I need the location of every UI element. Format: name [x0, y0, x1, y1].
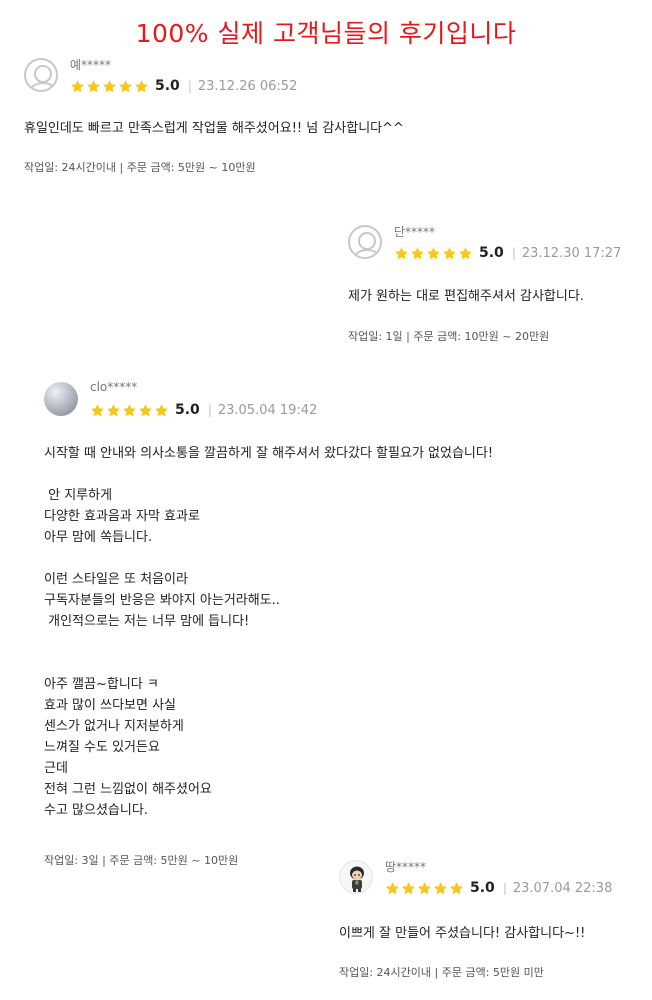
- rating-score: 5.0: [175, 402, 200, 418]
- default-avatar-icon: [348, 225, 382, 259]
- divider: |: [502, 881, 507, 895]
- review-text-line: 시작할 때 안내와 의사소통을 깔끔하게 잘 해주셔서 왔다갔다 할필요가 없었…: [44, 446, 494, 461]
- review-text-line: 느껴질 수도 있거든요: [44, 740, 160, 755]
- page-title: 100% 실제 고객님들의 후기입니다: [135, 19, 517, 48]
- star-rating: [90, 403, 169, 418]
- star-icon: [155, 403, 168, 416]
- review-date: 23.12.26 06:52: [197, 78, 298, 94]
- review-card: 예***** 5.0 | 23.12.26 06:52 휴일인데도 빠르고 만족…: [24, 58, 624, 178]
- order-meta: 작업일: 24시간이내 | 주문 금액: 5만원 ~ 10만원: [24, 161, 256, 174]
- divider: |: [187, 79, 192, 93]
- review-text: 휴일인데도 빠르고 만족스럽게 작업물 해주셨어요!! 넘 감사합니다^^: [24, 118, 404, 139]
- rating-row: 5.0 | 23.05.04 19:42: [90, 400, 317, 420]
- review-text-line: 휴일인데도 빠르고 만족스럽게 작업물 해주셨어요!! 넘 감사합니다^^: [24, 121, 404, 136]
- star-icon: [450, 881, 463, 894]
- order-meta: 작업일: 24시간이내 | 주문 금액: 5만원 미만: [339, 966, 544, 979]
- review-text-line: 수고 많으셨습니다.: [44, 803, 148, 818]
- star-icon: [91, 403, 104, 416]
- character-icon: [350, 866, 364, 892]
- character-avatar: [339, 860, 373, 894]
- star-icon: [459, 246, 472, 259]
- review-text-line: 개인적으로는 저는 너무 맘에 듭니다!: [44, 614, 250, 629]
- review-date: 23.12.30 17:27: [521, 245, 622, 261]
- rating-row: 5.0 | 23.12.30 17:27: [394, 243, 621, 263]
- star-icon: [139, 403, 152, 416]
- star-icon: [386, 881, 399, 894]
- photo-avatar: [44, 382, 78, 416]
- review-text-line: [44, 464, 493, 485]
- star-icon: [123, 403, 136, 416]
- review-text-line: 안 지루하게: [44, 488, 113, 503]
- star-icon: [71, 79, 84, 92]
- divider: |: [207, 403, 212, 417]
- review-card: 단***** 5.0 | 23.12.30 17:27 제가 원하는 대로 편집…: [348, 225, 648, 345]
- rating-score: 5.0: [470, 880, 495, 896]
- review-text-line: 센스가 없거나 지저분하게: [44, 719, 184, 734]
- reviewer-name: 단*****: [394, 225, 436, 239]
- star-icon: [418, 881, 431, 894]
- review-text: 제가 원하는 대로 편집해주셔서 감사합니다.: [348, 286, 584, 307]
- review-text-line: 다양한 효과음과 자막 효과로: [44, 509, 200, 524]
- star-rating: [394, 246, 473, 261]
- default-avatar-icon: [24, 58, 58, 92]
- star-icon: [135, 79, 148, 92]
- review-text-line: 아주 깰끔~합니다 ㅋ: [44, 677, 159, 692]
- order-meta: 작업일: 1일 | 주문 금액: 10만원 ~ 20만원: [348, 330, 550, 343]
- review-text: 시작할 때 안내와 의사소통을 깔끔하게 잘 해주셔서 왔다갔다 할필요가 없었…: [44, 443, 493, 821]
- review-text-line: [44, 548, 493, 569]
- star-icon: [434, 881, 447, 894]
- star-rating: [385, 881, 464, 896]
- star-icon: [103, 79, 116, 92]
- reviewer-name: clo*****: [90, 380, 138, 394]
- star-icon: [411, 246, 424, 259]
- reviewer-name: 땅*****: [385, 860, 427, 874]
- reviewer-name: 예*****: [70, 58, 112, 72]
- review-date: 23.07.04 22:38: [512, 880, 613, 896]
- review-date: 23.05.04 19:42: [217, 402, 318, 418]
- star-icon: [402, 881, 415, 894]
- star-icon: [87, 79, 100, 92]
- review-text-line: 이런 스타일은 또 처음이라: [44, 572, 188, 587]
- review-text-line: 전혀 그런 느낌없이 해주셨어요: [44, 782, 212, 797]
- review-text-line: 제가 원하는 대로 편집해주셔서 감사합니다.: [348, 289, 584, 304]
- divider: |: [511, 246, 516, 260]
- star-icon: [107, 403, 120, 416]
- star-icon: [427, 246, 440, 259]
- order-meta: 작업일: 3일 | 주문 금액: 5만원 ~ 10만원: [44, 854, 239, 867]
- review-text-line: 효과 많이 쓰다보면 사실: [44, 698, 176, 713]
- rating-row: 5.0 | 23.12.26 06:52: [70, 76, 297, 96]
- review-text: 이쁘게 잘 만들어 주셨습니다! 감사합니다~!!: [339, 923, 585, 944]
- review-card: 땅***** 5.0 | 23.07.04 22:38 이쁘게 잘 만들어 주셨…: [339, 860, 649, 985]
- review-text-line: [44, 632, 493, 653]
- rating-score: 5.0: [479, 245, 504, 261]
- star-icon: [119, 79, 132, 92]
- review-text-line: 이쁘게 잘 만들어 주셨습니다! 감사합니다~!!: [339, 926, 586, 941]
- review-text-line: 근데: [44, 761, 68, 776]
- review-text-line: 아무 맘에 쏙듭니다.: [44, 530, 153, 545]
- rating-score: 5.0: [155, 78, 180, 94]
- review-text-line: [44, 653, 493, 674]
- review-card: clo***** 5.0 | 23.05.04 19:42 시작할 때 안내와 …: [44, 380, 624, 872]
- review-text-line: 구독자분들의 반응은 봐야지 아는거라해도..: [44, 593, 280, 608]
- star-rating: [70, 79, 149, 94]
- star-icon: [443, 246, 456, 259]
- star-icon: [395, 246, 408, 259]
- rating-row: 5.0 | 23.07.04 22:38: [385, 878, 612, 898]
